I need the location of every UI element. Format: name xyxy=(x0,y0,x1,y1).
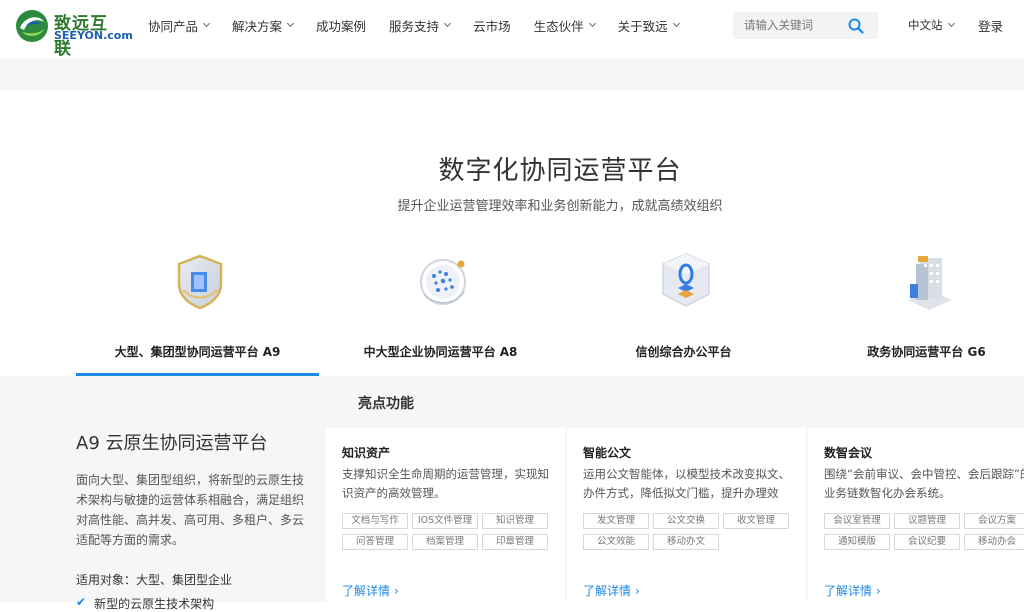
tab-g6[interactable]: 政务协同运营平台 G6 xyxy=(805,250,1024,376)
nav-label: 云市场 xyxy=(473,18,511,34)
logo-swirl-icon xyxy=(16,10,48,42)
feature-check-item: ✔ 新型的云原生技术架构 xyxy=(76,595,214,612)
tag[interactable]: 会议室管理 xyxy=(824,513,890,529)
chevron-right-icon: › xyxy=(876,583,881,598)
card-title: 智能公文 xyxy=(583,446,632,460)
search-input[interactable] xyxy=(733,12,843,39)
tag[interactable]: 知识管理 xyxy=(482,513,548,529)
tag[interactable]: 通知模版 xyxy=(824,534,890,550)
page-subtitle: 提升企业运营管理效率和业务创新能力，成就高绩效组织 xyxy=(397,199,723,214)
language-label: 中文站 xyxy=(908,18,943,32)
tag[interactable]: 印章管理 xyxy=(482,534,548,550)
tab-label: 信创综合办公平台 xyxy=(635,345,732,359)
learn-more-label: 了解详情 xyxy=(824,584,873,598)
tag[interactable]: 公文交换 xyxy=(653,513,719,529)
chevron-down-icon xyxy=(286,19,295,28)
product-description: 面向大型、集团型组织，将新型的云原生技术架构与敏捷的运营体系相融合，满足组织对高… xyxy=(76,473,305,547)
nav-item-partners[interactable]: 生态伙伴 xyxy=(533,16,596,35)
tag-list: 发文管理 公文交换 收文管理 公文效能 移动办文 xyxy=(583,513,808,550)
globe-icon xyxy=(420,259,466,305)
chevron-down-icon xyxy=(672,19,680,28)
tab-label: 大型、集团型协同运营平台 A9 xyxy=(114,345,281,359)
tag[interactable]: 议题管理 xyxy=(894,513,960,529)
chevron-right-icon: › xyxy=(635,583,640,598)
feature-check-label: 新型的云原生技术架构 xyxy=(94,597,215,611)
product-title: A9 云原生协同运营平台 xyxy=(76,433,268,454)
feature-card-meetings: 数智会议 围绕“会前审议、会中管控、会后跟踪”的业务链数智化办会系统。 会议室管… xyxy=(808,428,1024,602)
chevron-down-icon xyxy=(444,19,452,28)
learn-more-link[interactable]: 了解详情 › xyxy=(342,582,399,599)
tab-label: 政务协同运营平台 G6 xyxy=(867,345,986,359)
feature-card-knowledge: 知识资产 支撑知识全生命周期的运营管理，实现知识资产的高效管理。 文档与写作 I… xyxy=(326,428,565,602)
search-icon[interactable] xyxy=(848,18,864,34)
card-description: 运用公文智能体，以模型技术改变拟文、办件方式，降低拟文门槛，提升办理效 xyxy=(583,467,790,500)
check-icon: ✔ xyxy=(76,595,87,609)
highlights-title: 亮点功能 xyxy=(358,396,414,412)
seeyon-logo[interactable]: 致远互联 SEEYON.com xyxy=(14,8,133,59)
nav-item-solutions[interactable]: 解决方案 xyxy=(232,16,295,35)
feature-card-documents: 智能公文 运用公文智能体，以模型技术改变拟文、办件方式，降低拟文门槛，提升办理效… xyxy=(567,428,806,602)
search-box xyxy=(733,12,878,39)
nav-label: 成功案例 xyxy=(316,18,367,34)
card-description: 支撑知识全生命周期的运营管理，实现知识资产的高效管理。 xyxy=(342,467,549,500)
tag[interactable]: 问答管理 xyxy=(342,534,408,550)
target-audience: 适用对象：大型、集团型企业 xyxy=(76,573,233,587)
nav-item-cloud-market[interactable]: 云市场 xyxy=(473,16,511,35)
nav-item-products[interactable]: 协同产品 xyxy=(148,16,211,35)
nav-label: 服务支持 xyxy=(389,18,440,34)
tag[interactable]: 移动办会 xyxy=(964,534,1024,550)
tab-a8[interactable]: 中大型企业协同运营平台 A8 xyxy=(319,250,562,376)
tag[interactable]: 会议纪要 xyxy=(894,534,960,550)
header-shadow-band xyxy=(0,58,1024,90)
nav-item-support[interactable]: 服务支持 xyxy=(389,16,452,35)
tab-xinchuang[interactable]: 信创综合办公平台 xyxy=(562,250,805,376)
main-nav: 协同产品 解决方案 成功案例 服务支持 云市场 生态伙伴 关于致远 xyxy=(148,0,702,50)
chevron-down-icon xyxy=(947,19,955,28)
nav-label: 协同产品 xyxy=(148,18,199,34)
tag[interactable]: 收文管理 xyxy=(723,513,789,529)
cube-icon xyxy=(662,253,710,307)
card-title: 知识资产 xyxy=(342,446,391,460)
tag[interactable]: 文档与写作 xyxy=(342,513,408,529)
building-icon xyxy=(908,256,952,310)
tag-list: 会议室管理 议题管理 会议方案 通知模版 会议纪要 移动办会 xyxy=(824,513,1024,550)
tag[interactable]: 档案管理 xyxy=(412,534,478,550)
tag-list: 文档与写作 IOS文件管理 知识管理 问答管理 档案管理 印章管理 xyxy=(342,513,567,550)
card-description: 围绕“会前审议、会中管控、会后跟踪”的业务链数智化办会系统。 xyxy=(824,467,1024,500)
tag[interactable]: IOS文件管理 xyxy=(412,513,478,529)
learn-more-label: 了解详情 xyxy=(583,584,632,598)
learn-more-label: 了解详情 xyxy=(342,584,391,598)
tag[interactable]: 发文管理 xyxy=(583,513,649,529)
login-link[interactable]: 登录 xyxy=(978,16,1003,35)
nav-item-about[interactable]: 关于致远 xyxy=(617,16,680,35)
language-switcher[interactable]: 中文站 xyxy=(908,17,955,33)
shield-icon xyxy=(177,254,223,310)
chevron-down-icon xyxy=(588,19,596,28)
tag[interactable]: 会议方案 xyxy=(964,513,1024,529)
nav-label: 生态伙伴 xyxy=(533,18,584,34)
nav-label: 解决方案 xyxy=(232,18,283,34)
nav-label: 关于致远 xyxy=(617,18,668,34)
logo-text-en: SEEYON.com xyxy=(54,29,133,42)
page-title: 数字化协同运营平台 xyxy=(438,156,682,186)
learn-more-link[interactable]: 了解详情 › xyxy=(583,582,640,599)
chevron-down-icon xyxy=(202,19,211,28)
tab-a9[interactable]: 大型、集团型协同运营平台 A9 xyxy=(76,250,319,376)
card-title: 数智会议 xyxy=(824,446,873,460)
learn-more-link[interactable]: 了解详情 › xyxy=(824,582,881,599)
top-header: 致远互联 SEEYON.com 协同产品 解决方案 成功案例 服务支持 云市场 … xyxy=(0,0,1024,59)
nav-item-cases[interactable]: 成功案例 xyxy=(316,16,366,35)
chevron-right-icon: › xyxy=(394,583,399,598)
tag[interactable]: 移动办文 xyxy=(653,534,719,550)
tag[interactable]: 公文效能 xyxy=(583,534,649,550)
tab-label: 中大型企业协同运营平台 A8 xyxy=(363,345,518,359)
